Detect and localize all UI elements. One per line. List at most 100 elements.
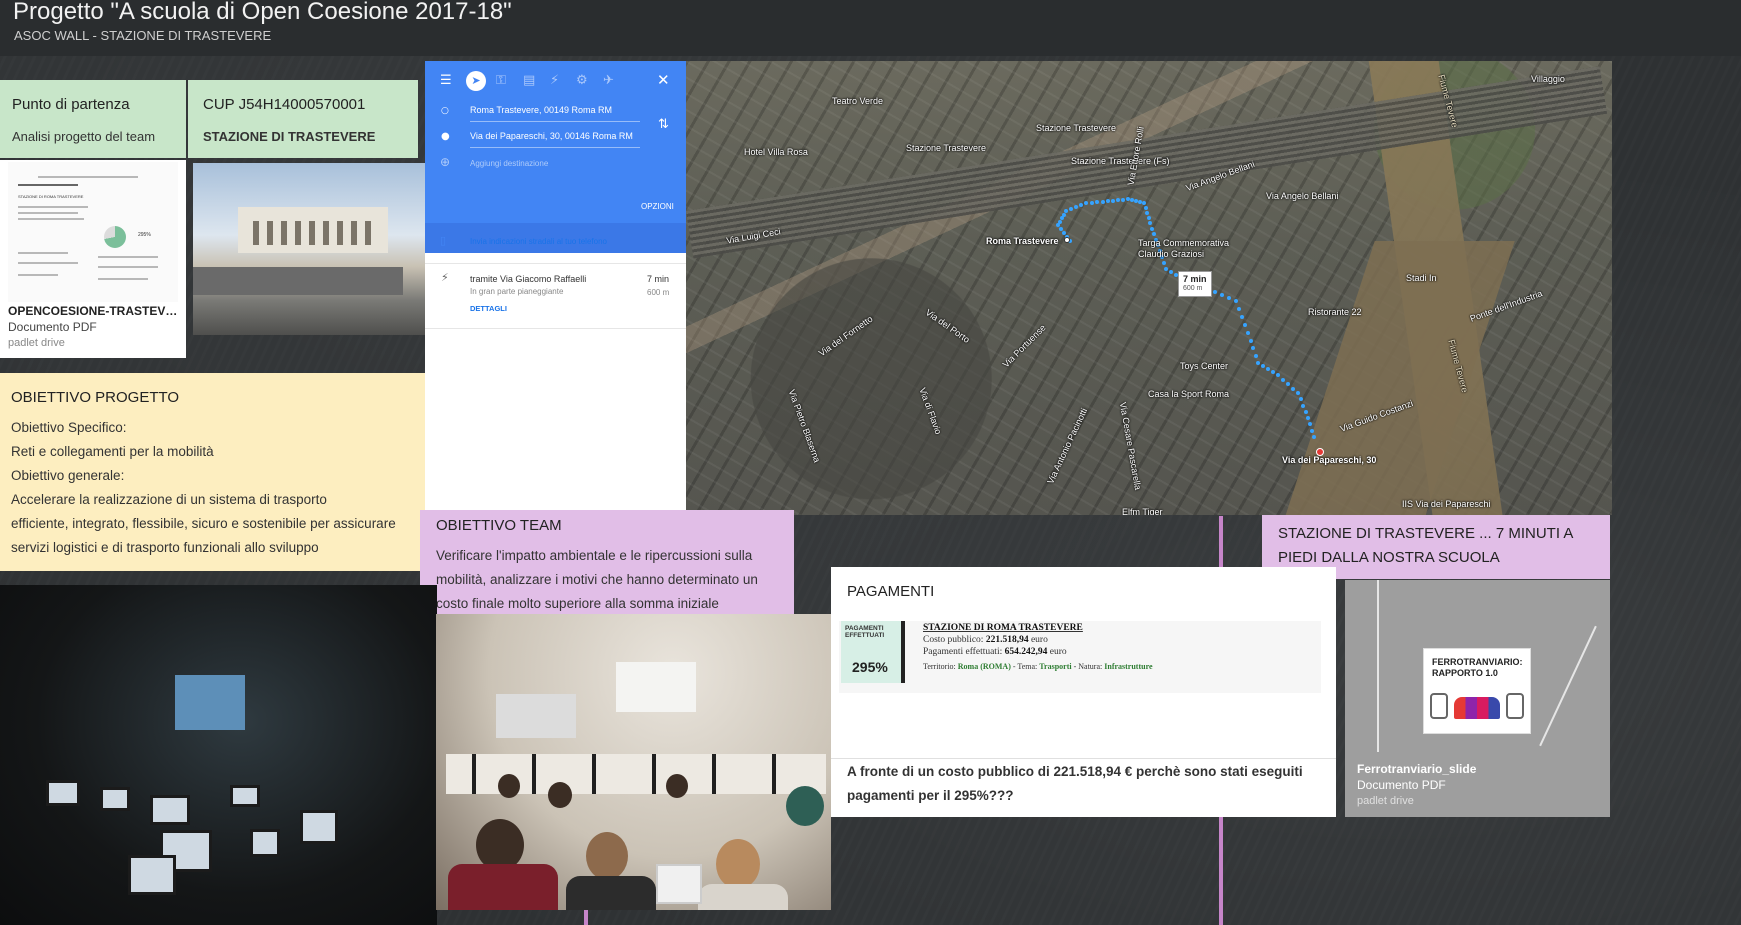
route-dot [1308,422,1312,427]
close-icon[interactable]: ✕ [657,71,670,89]
route-dot [1246,331,1250,335]
post-body: Analisi progetto del team [12,129,156,144]
route-dot [1145,211,1149,215]
route-dot [1240,315,1244,319]
route-dot [1079,203,1083,207]
route-time-badge[interactable]: 7 min 600 m [1178,271,1212,297]
route-dot [1100,199,1105,204]
route-dot [1298,397,1303,402]
post-pagamenti[interactable]: PAGAMENTI PAGAMENTI EFFETTUATI 295% STAZ… [831,567,1336,817]
route-dot [1253,353,1258,358]
attachment-name: OPENCOESIONE-TRASTEVE... [8,304,178,318]
flight-icon[interactable]: ✈ [603,73,614,88]
attachment-source: padlet drive [8,337,65,349]
route-dot [1058,219,1062,224]
add-destination-input[interactable]: Aggiungi destinazione [470,159,640,168]
route-dot [1312,434,1316,439]
post-body: Obiettivo Specifico: Reti e collegamenti… [11,420,396,555]
post-obiettivo-team[interactable]: OBIETTIVO TEAM Verificare l'impatto ambi… [420,510,794,627]
swap-icon[interactable]: ⇅ [658,117,669,132]
pdf-thumb-title: STAZIONE DI ROMA TRASTEVERE [18,194,84,199]
photo-station[interactable] [193,163,425,335]
directions-icon[interactable]: ➤ [466,71,486,91]
route-dot [1150,226,1154,231]
route-dot [1162,261,1166,265]
post-title: CUP J54H14000570001 [203,96,366,113]
payments-question: A fronte di un costo pubblico di 221.518… [847,764,1303,803]
pdf-thumb-percent: 295% [138,232,151,238]
route-dot [1142,201,1146,205]
route-dot [1143,206,1148,210]
route-dot [1062,212,1066,217]
board-subtitle: ASOC WALL - STAZIONE DI TRASTEVERE [14,28,272,43]
route-dot [1164,267,1168,271]
route-dot [1169,270,1173,274]
route-details-link[interactable]: DETTAGLI [470,304,507,313]
payments-badge: PAGAMENTI EFFETTUATI 295% [841,621,905,683]
route-dot [1095,200,1099,204]
route-dot [1062,231,1066,235]
post-title: PAGAMENTI [847,583,935,600]
post-cup[interactable]: CUP J54H14000570001 STAZIONE DI TRASTEVE… [188,80,418,158]
route-dot [1301,403,1305,408]
route-dot [1251,346,1255,350]
route-dot [1116,198,1120,202]
route-dot [1152,232,1156,236]
post-obiettivo-progetto[interactable]: OBIETTIVO PROGETTO Obiettivo Specifico: … [0,373,425,571]
payments-cost: 221.518,94 [985,635,1029,645]
route-dot [1106,199,1110,203]
route-dot [1286,382,1290,386]
route-dot [1281,377,1285,382]
add-destination-icon[interactable]: ⊕ [440,155,450,169]
route-dot [1296,391,1300,395]
route-dot [1064,209,1068,213]
attachment-name: Ferrotranviario_slide [1357,762,1477,776]
walk-icon[interactable]: ⚡ [550,73,559,88]
route-dot [1060,216,1064,220]
menu-icon[interactable]: ☰ [440,73,452,88]
route-dot [1266,367,1270,371]
route-dot [1227,296,1231,300]
route-dot [1243,323,1247,327]
attachment-pdf-opencoesione[interactable]: STAZIONE DI ROMA TRASTEVERE 295% OPENCOE… [0,160,186,358]
route-dot [1056,223,1060,227]
send-to-phone-link[interactable]: Invia indicazioni stradali al tuo telefo… [470,237,607,246]
route-dot [1059,227,1063,231]
route-time: 7 min [647,274,670,284]
attachment-pdf-ferrotranviario[interactable]: FERROTRANVIARIO: RAPPORTO 1.0 Ferrotranv… [1345,580,1610,817]
walk-icon: ⚡ [441,271,449,284]
satellite-map[interactable]: Teatro Verde Villaggio Hotel Villa Rosa … [686,61,1612,515]
pdf-pie-chart [104,226,126,248]
photo-classroom[interactable] [436,614,831,910]
route-dot [1261,364,1265,368]
route-dot [1276,373,1280,377]
route-dot [1089,200,1094,205]
route-dot [1303,409,1308,414]
origin-input[interactable]: Roma Trastevere, 00149 Roma RM [470,105,640,115]
tram-icon [1506,693,1524,719]
destination-input[interactable]: Via dei Papareschi, 30, 00146 Roma RM [470,131,640,141]
route-dot [1310,428,1314,433]
origin-marker-icon [1064,237,1070,243]
destination-marker-icon [1316,448,1324,456]
route-note: In gran parte pianeggiante [470,287,564,296]
route-dot [1271,370,1275,374]
maps-directions-panel[interactable]: ☰ ➤ ⚿ ▤ ⚡ ⚙ ✈ ✕ ○ ● ⊕ ⇅ Roma Trastevere,… [425,61,686,513]
route-dot [1220,293,1224,297]
photo-classroom-dark[interactable] [0,585,437,925]
attachment-source: padlet drive [1357,795,1414,807]
options-button[interactable]: OPZIONI [641,202,674,211]
post-start[interactable]: Punto di partenza Analisi progetto del t… [0,80,186,158]
route-dot [1237,307,1241,311]
car-icon[interactable]: ⚿ [496,73,506,88]
board-title: Progetto "A scuola di Open Coesione 2017… [13,0,512,25]
post-title: OBIETTIVO TEAM [436,517,562,534]
route-dot [1291,386,1295,391]
people-icon [1454,697,1500,719]
post-body: Verificare l'impatto ambientale e le rip… [436,548,758,611]
route-dot [1069,207,1073,211]
payments-station: STAZIONE DI ROMA TRASTEVERE [923,623,1083,633]
transit-icon[interactable]: ▤ [523,73,535,88]
pdf-thumbnail: STAZIONE DI ROMA TRASTEVERE 295% [8,162,178,302]
bike-icon[interactable]: ⚙ [576,73,588,88]
